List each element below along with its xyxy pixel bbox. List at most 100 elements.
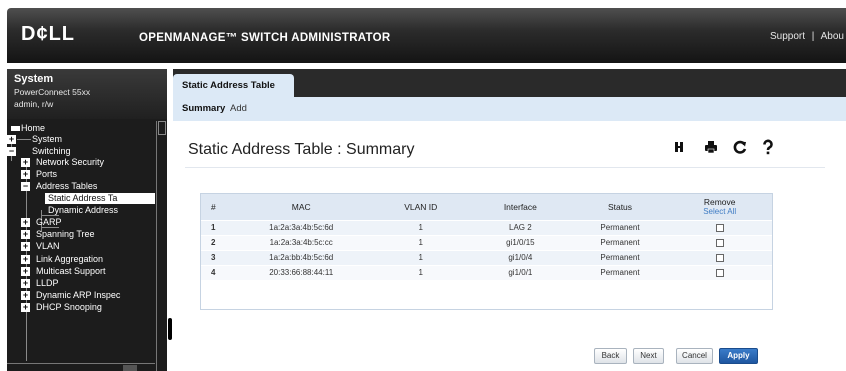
page-title: Static Address Table : Summary	[188, 141, 415, 158]
expand-icon[interactable]: +	[21, 303, 30, 312]
nav-item-label: GARP	[36, 217, 62, 227]
remove-header-label: Remove	[703, 197, 736, 208]
back-button[interactable]: Back	[594, 348, 627, 364]
remove-checkbox[interactable]	[715, 238, 724, 247]
column-header-mac: MAC	[291, 201, 311, 212]
column-header-status: Status	[607, 201, 633, 212]
mac-cell: 20:33:66:88:44:11	[269, 268, 334, 278]
nav-item-label: Home	[21, 123, 46, 133]
expand-icon[interactable]: +	[21, 230, 30, 239]
interface-cell: gi1/0/15	[506, 238, 535, 247]
expand-icon[interactable]: +	[21, 158, 30, 167]
remove-checkbox[interactable]	[715, 253, 724, 262]
nav-tree: Home + System − Switching + Network Secu…	[7, 121, 155, 361]
row-number: 2	[211, 238, 216, 247]
column-header-interface: Interface	[503, 201, 537, 212]
home-icon	[11, 126, 20, 131]
row-number: 4	[211, 268, 216, 278]
nav-item-label: Static Address Ta	[48, 193, 118, 203]
nav-item-static-address-table[interactable]: Static Address Ta	[45, 193, 155, 204]
row-number: 3	[211, 253, 216, 262]
system-info-box[interactable]: System PowerConnect 55xx admin, r/w	[7, 69, 167, 119]
nav-item-label: Spanning Tree	[36, 229, 95, 239]
nav-item-label: LLDP	[36, 278, 59, 288]
interface-cell: gi1/0/1	[508, 268, 533, 278]
tree-connector	[17, 139, 31, 140]
status-cell: Permanent	[600, 268, 640, 278]
link-separator: |	[811, 31, 815, 42]
interface-cell: gi1/0/4	[508, 253, 533, 262]
expand-icon[interactable]: +	[21, 170, 30, 179]
nav-horizontal-scrollbar[interactable]	[7, 363, 155, 371]
expand-icon[interactable]: +	[21, 291, 30, 300]
support-link[interactable]: Support	[770, 31, 805, 42]
column-header-number: #	[211, 201, 216, 212]
interface-cell: LAG 2	[509, 223, 532, 232]
cancel-button[interactable]: Cancel	[676, 348, 713, 364]
refresh-icon[interactable]	[731, 138, 749, 156]
expand-icon[interactable]: +	[21, 255, 30, 264]
subtab-bar: Summary Add	[173, 97, 846, 121]
panel-resize-handle[interactable]	[168, 318, 172, 340]
nav-item-label: Link Aggregation	[36, 254, 104, 264]
next-button[interactable]: Next	[633, 348, 664, 364]
nav-item-label: Multicast Support	[36, 266, 106, 276]
apply-button[interactable]: Apply	[719, 348, 758, 364]
remove-checkbox[interactable]	[715, 223, 724, 232]
scrollbar-thumb[interactable]	[123, 365, 137, 371]
select-all-link[interactable]: Select All	[667, 207, 772, 216]
vlan-id-cell: 1	[418, 223, 423, 232]
app-header: D¢LL OPENMANAGE™ SWITCH ADMINISTRATOR Su…	[7, 8, 846, 63]
address-table: # MAC VLAN ID Interface Status Remove Se…	[201, 194, 772, 280]
nav-item-label: Dynamic ARP Inspec	[36, 290, 121, 300]
mac-cell: 1a:2a:bb:4b:5c:6d	[269, 253, 334, 262]
scrollbar-thumb[interactable]	[158, 121, 166, 135]
vlan-id-cell: 1	[418, 268, 423, 278]
device-model: PowerConnect 55xx	[14, 87, 91, 97]
expand-icon[interactable]: +	[7, 135, 16, 144]
nav-item-label: System	[32, 134, 63, 144]
nav-item-label: Switching	[32, 146, 71, 156]
header-links: Support | Abou	[770, 31, 844, 42]
column-header-vlan-id: VLAN ID	[404, 201, 438, 212]
mac-cell: 1a:2a:3a:4b:5c:6d	[269, 223, 334, 232]
expand-icon[interactable]: +	[21, 218, 30, 227]
collapse-icon[interactable]: −	[7, 147, 16, 156]
nav-item-label: VLAN	[36, 241, 60, 251]
remove-cell	[667, 220, 772, 235]
expand-icon[interactable]: +	[21, 279, 30, 288]
help-icon[interactable]	[759, 138, 777, 156]
remove-checkbox[interactable]	[715, 269, 724, 278]
expand-icon[interactable]: +	[21, 267, 30, 276]
table-row: 1 1a:2a:3a:4b:5c:6d 1 LAG 2 Permanent	[201, 220, 772, 235]
nav-item-label: Dynamic Address	[48, 205, 119, 215]
product-title: OPENMANAGE™ SWITCH ADMINISTRATOR	[139, 32, 391, 44]
tab-static-address-table[interactable]: Static Address Table	[173, 74, 294, 97]
print-icon[interactable]	[702, 138, 720, 156]
about-link[interactable]: Abou	[821, 31, 844, 42]
save-icon[interactable]	[670, 138, 688, 156]
expand-icon[interactable]: +	[21, 242, 30, 251]
status-cell: Permanent	[600, 238, 640, 247]
sidebar: System PowerConnect 55xx admin, r/w Home…	[7, 69, 167, 371]
subtab-add[interactable]: Add	[230, 103, 247, 114]
static-address-table: # MAC VLAN ID Interface Status Remove Se…	[200, 193, 773, 310]
nav-item-label: DHCP Snooping	[36, 302, 102, 312]
vlan-id-cell: 1	[418, 238, 423, 247]
nav-item-label: Ports	[36, 169, 58, 179]
remove-cell	[667, 235, 772, 250]
table-row: 4 20:33:66:88:44:11 1 gi1/0/1 Permanent	[201, 265, 772, 280]
system-title: System	[14, 73, 54, 85]
vlan-id-cell: 1	[418, 253, 423, 262]
status-cell: Permanent	[600, 253, 640, 262]
nav-item-label: Address Tables	[36, 181, 98, 191]
table-row: 3 1a:2a:bb:4b:5c:6d 1 gi1/0/4 Permanent	[201, 250, 772, 265]
subtab-summary[interactable]: Summary	[182, 103, 225, 114]
collapse-icon[interactable]: −	[21, 182, 30, 191]
main-panel: Static Address Table : Summary # MAC VLA…	[173, 121, 846, 371]
title-divider	[185, 167, 825, 168]
table-row: 2 1a:2a:3a:4b:5c:cc 1 gi1/0/15 Permanent	[201, 235, 772, 250]
remove-cell	[667, 265, 772, 280]
nav-vertical-scrollbar[interactable]	[156, 121, 166, 371]
row-number: 1	[211, 223, 216, 232]
